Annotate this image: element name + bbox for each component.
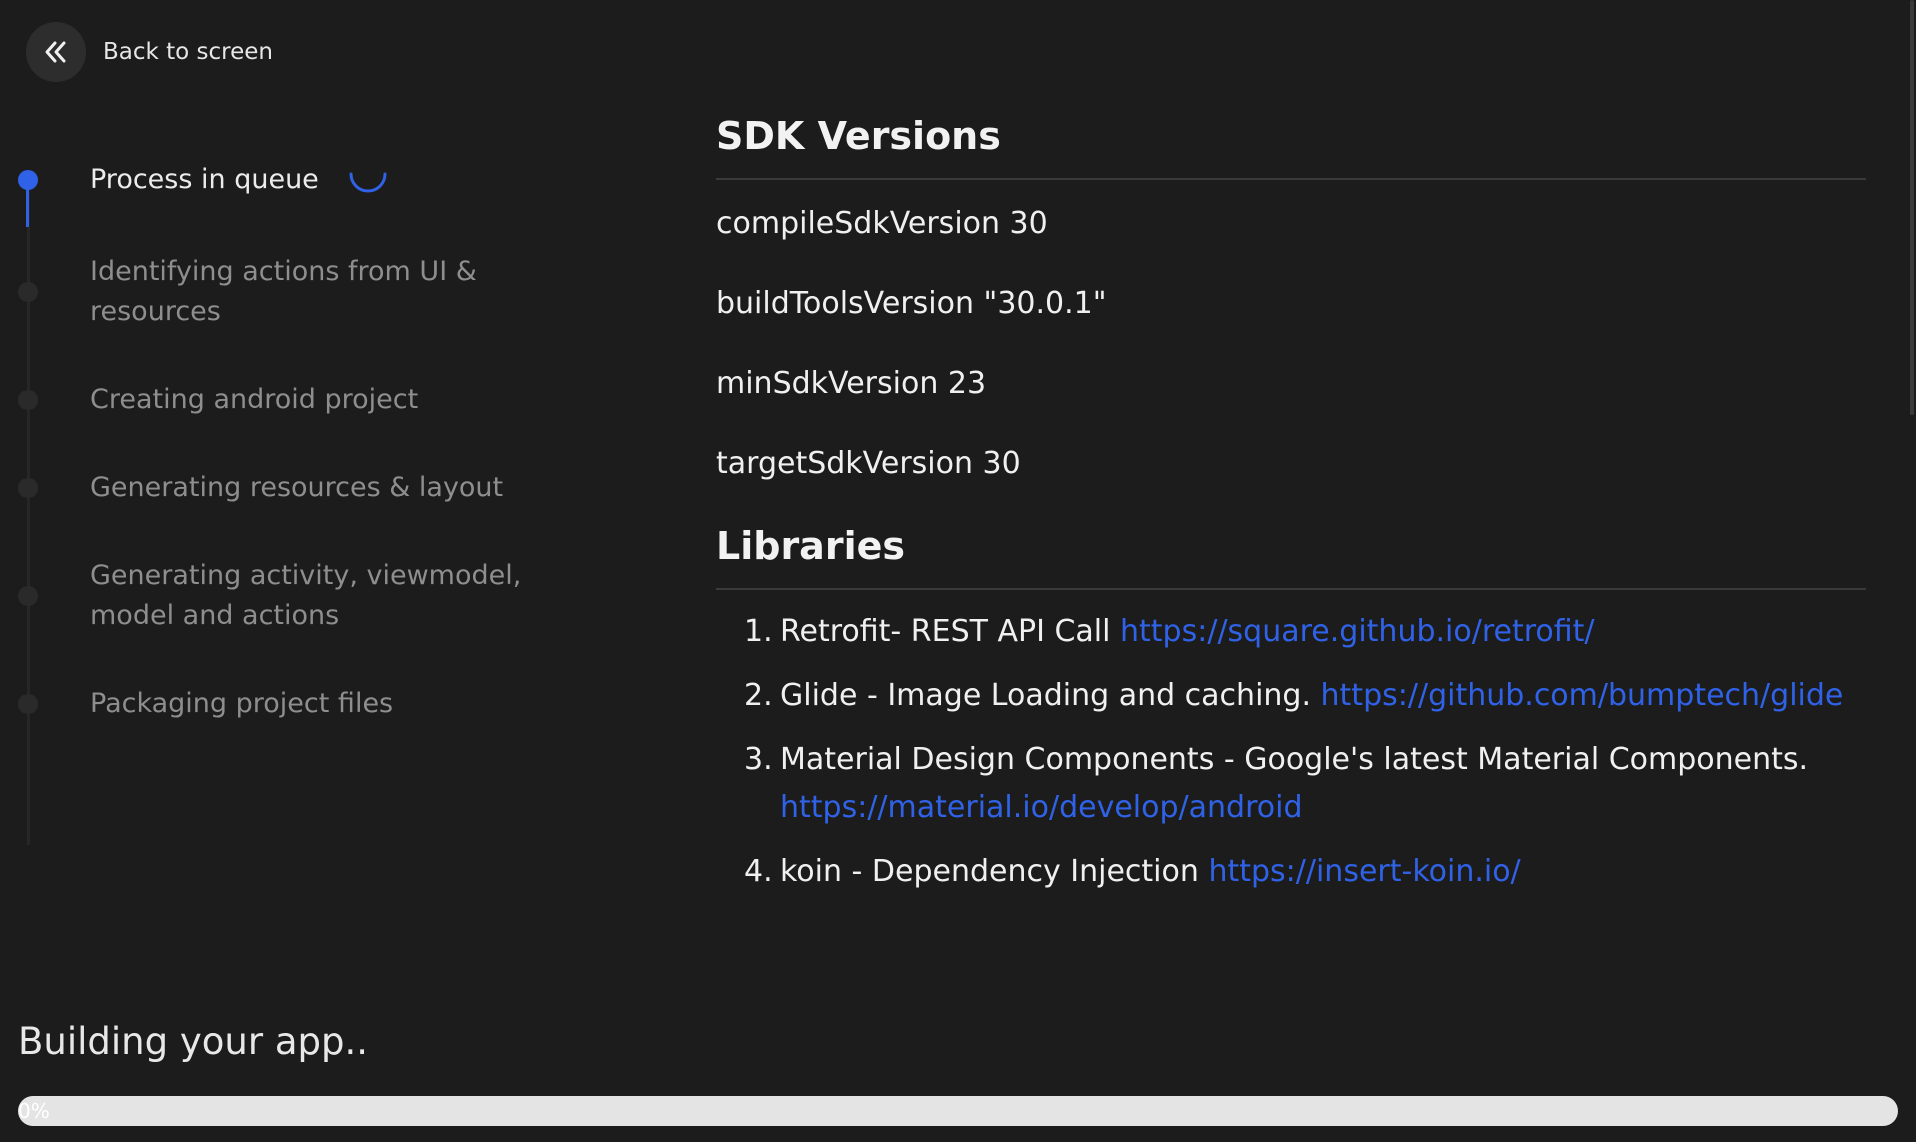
- step-label: Identifying actions from UI & resources: [90, 256, 477, 327]
- step-label: Creating android project: [90, 384, 419, 415]
- sdk-versions-heading: SDK Versions: [716, 114, 1001, 158]
- step-label: Generating activity, viewmodel, model an…: [90, 560, 522, 631]
- progress-percent: 0%: [18, 1099, 50, 1123]
- library-item: 2. Glide - Image Loading and caching. ht…: [744, 672, 1844, 720]
- scrollbar[interactable]: [1910, 0, 1914, 415]
- double-chevron-left-icon: [45, 41, 66, 63]
- step-dot: [18, 694, 38, 714]
- library-description: koin - Dependency Injection: [780, 854, 1209, 889]
- step-dot: [18, 282, 38, 302]
- step-label: Generating resources & layout: [90, 472, 504, 503]
- libraries-list: 1. Retrofit- REST API Call https://squar…: [744, 608, 1866, 896]
- list-number: 4.: [744, 854, 773, 889]
- project-details: SDK Versions compileSdkVersion 30 buildT…: [716, 104, 1866, 912]
- section-divider: [716, 588, 1866, 590]
- build-progress-bar: 0%: [18, 1096, 1898, 1126]
- library-link[interactable]: https://square.github.io/retrofit/: [1120, 614, 1595, 649]
- step-label: Packaging project files: [90, 688, 394, 719]
- build-page: Back to screen Process in queue Identify…: [0, 0, 1916, 1142]
- sdk-item-min: minSdkVersion 23: [716, 366, 987, 401]
- back-to-screen-button[interactable]: Back to screen: [26, 22, 273, 82]
- build-status-text: Building your app..: [18, 1020, 368, 1063]
- library-item: 4. koin - Dependency Injection https://i…: [744, 848, 1844, 896]
- steps-rail: [27, 180, 30, 845]
- library-description: Glide - Image Loading and caching.: [780, 678, 1321, 713]
- list-number: 2.: [744, 678, 773, 713]
- library-description: Retrofit- REST API Call: [780, 614, 1121, 649]
- library-link[interactable]: https://material.io/develop/android: [780, 790, 1302, 825]
- loading-spinner-icon: [349, 172, 387, 193]
- sdk-item-build-tools: buildToolsVersion "30.0.1": [716, 286, 1107, 321]
- list-number: 1.: [744, 614, 773, 649]
- section-divider: [716, 178, 1866, 180]
- library-link[interactable]: https://insert-koin.io/: [1208, 854, 1520, 889]
- progress-steps: Process in queue Identifying actions fro…: [0, 140, 560, 845]
- library-item: 1. Retrofit- REST API Call https://squar…: [744, 608, 1844, 656]
- back-icon-container[interactable]: [26, 22, 86, 82]
- step-label: Process in queue: [90, 164, 319, 195]
- libraries-heading: Libraries: [716, 524, 905, 568]
- step-dot: [18, 478, 38, 498]
- sdk-item-target: targetSdkVersion 30: [716, 446, 1021, 481]
- step-dot-active: [18, 170, 38, 190]
- list-number: 3.: [744, 742, 773, 777]
- step-dot: [18, 390, 38, 410]
- back-label[interactable]: Back to screen: [103, 39, 273, 65]
- step-dot: [18, 586, 38, 606]
- sdk-item-compile: compileSdkVersion 30: [716, 206, 1048, 241]
- library-item: 3. Material Design Components - Google's…: [744, 736, 1844, 832]
- library-description: Material Design Components - Google's la…: [780, 742, 1809, 777]
- library-link[interactable]: https://github.com/bumptech/glide: [1321, 678, 1844, 713]
